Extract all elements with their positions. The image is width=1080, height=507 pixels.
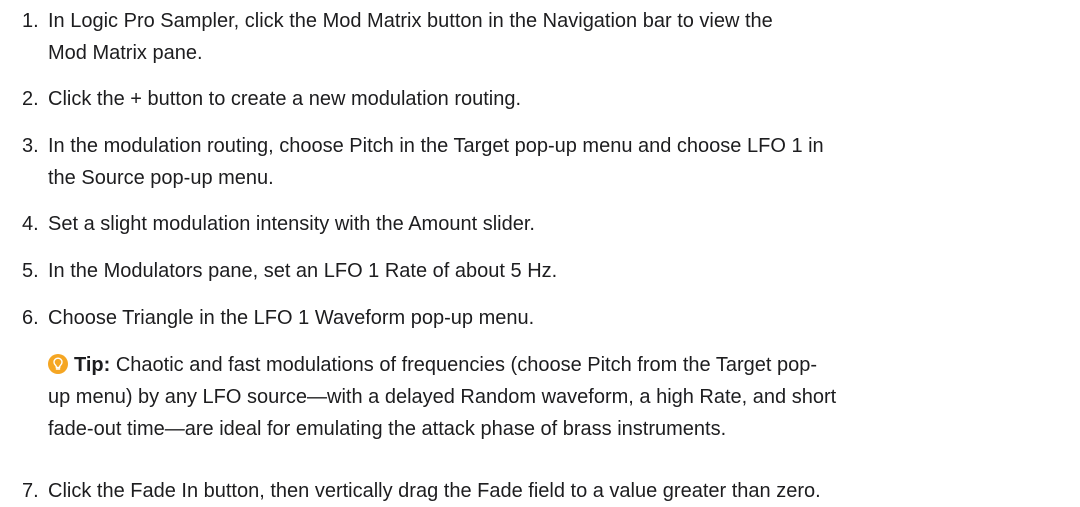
tip-text: Chaotic and fast modulations of frequenc… [48,354,837,440]
step-text: Set a slight modulation intensity with t… [48,213,535,235]
step-number: 3. [22,135,39,157]
step-text: Click the Fade In button, then verticall… [48,480,821,502]
step-number: 4. [22,213,39,235]
step-text: Click the + button to create a new modul… [48,88,522,110]
lightbulb-icon [48,354,68,374]
tip-label: Tip: [74,354,111,376]
step-number: 6. [22,307,39,329]
tip-callout: Tip: Chaotic and fast modulations of fre… [48,349,1078,445]
step-number: 2. [22,88,39,110]
step-text: Choose Triangle in the LFO 1 Waveform po… [48,307,535,329]
step-text: In the Modulators pane, set an LFO 1 Rat… [48,260,558,282]
step-number: 5. [22,260,39,282]
step-number: 7. [22,480,39,502]
step-number: 1. [22,10,39,32]
step-text: In the modulation routing, choose Pitch … [48,135,824,189]
step-text: In Logic Pro Sampler, click the Mod Matr… [48,10,773,64]
